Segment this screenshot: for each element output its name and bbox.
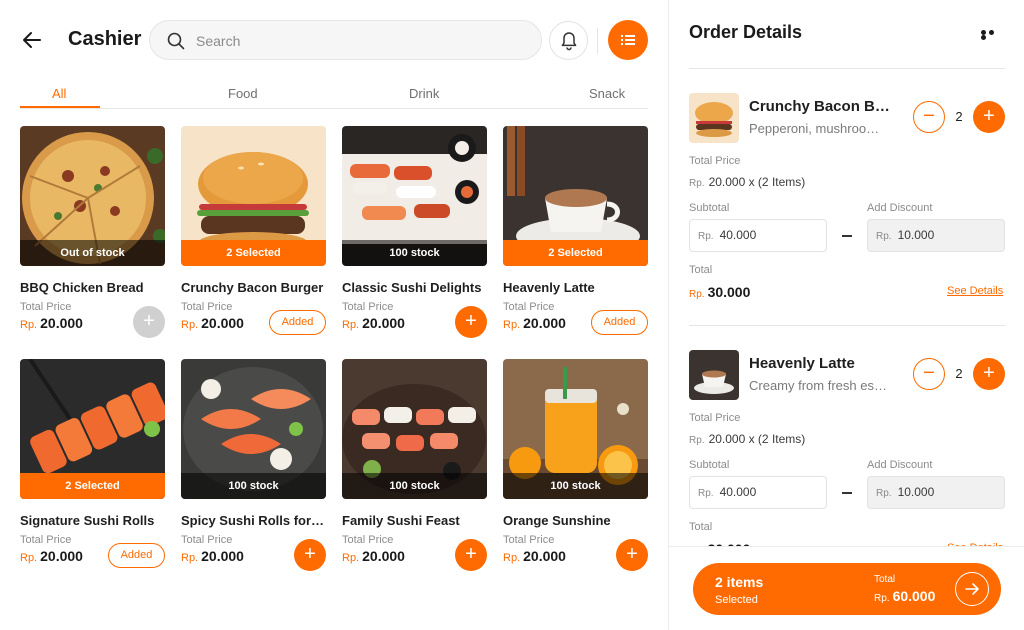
tab-drink[interactable]: Drink (409, 86, 439, 101)
product-card[interactable]: 2 Selected Heavenly Latte Total Price Rp… (503, 126, 648, 335)
add-button-disabled[interactable]: + (133, 306, 165, 338)
selected-label: Selected (715, 594, 758, 606)
product-card[interactable]: 100 stock Classic Sushi Delights Total P… (342, 126, 487, 338)
bell-icon (561, 32, 577, 51)
added-button[interactable]: Added (269, 310, 326, 335)
add-to-order-button[interactable]: + (455, 306, 487, 338)
burger-thumbnail (689, 93, 739, 143)
add-to-order-button[interactable]: + (616, 539, 648, 571)
decrease-qty-button[interactable]: − (913, 358, 945, 390)
order-item-description: Creamy from fresh espresso (749, 378, 889, 393)
product-name: Classic Sushi Delights (342, 280, 482, 295)
product-card[interactable]: 100 stock Spicy Sushi Rolls for Beginner… (181, 359, 326, 571)
discount-label: Add Discount (867, 459, 933, 471)
selected-badge: 2 Selected (20, 473, 165, 499)
search-icon (167, 32, 185, 50)
product-card[interactable]: 100 stock Orange Sunshine Total Price Rp… (503, 359, 648, 571)
sushi-image: 100 stock (342, 126, 487, 266)
checkout-button[interactable]: 2 items Selected Total Rp. 60.000 (693, 563, 1001, 615)
total-label: Total (689, 264, 713, 276)
unit-price-line: Rp. 20.000 x (2 Items) (689, 432, 806, 446)
list-icon (621, 35, 635, 45)
search-input[interactable] (196, 30, 516, 52)
divider (689, 68, 1005, 69)
selected-badge: 2 Selected (181, 240, 326, 266)
qty-value: 2 (955, 366, 963, 381)
product-panel: Cashier All Food Drink Snack (0, 0, 668, 630)
product-card[interactable]: Out of stock BBQ Chicken Bread Total Pri… (20, 126, 165, 338)
product-card[interactable]: 2 Selected Signature Sushi Rolls Total P… (20, 359, 165, 568)
burger-image: 2 Selected (181, 126, 326, 266)
product-name: Heavenly Latte (503, 280, 595, 295)
product-name: Spicy Sushi Rolls for Beginners (181, 513, 326, 528)
subtotal-field: Rp. 40.000 (689, 219, 827, 252)
added-button[interactable]: Added (108, 543, 165, 568)
selected-count: 2 items (715, 574, 764, 590)
total-label: Total (689, 521, 713, 533)
tab-all[interactable]: All (52, 86, 66, 101)
product-card[interactable]: 100 stock Family Sushi Feast Total Price… (342, 359, 487, 571)
latte-thumbnail (689, 350, 739, 400)
add-to-order-button[interactable]: + (294, 539, 326, 571)
order-item-name: Crunchy Bacon Burger (749, 98, 894, 115)
grand-total-label: Total (874, 574, 896, 585)
search-bar[interactable] (149, 20, 542, 60)
sashimi-image: 100 stock (181, 359, 326, 499)
orange-juice-image: 100 stock (503, 359, 648, 499)
category-tabs: All Food Drink Snack (20, 80, 648, 109)
more-options-icon[interactable] (981, 30, 1003, 40)
increase-qty-button[interactable]: + (973, 358, 1005, 390)
product-name: Crunchy Bacon Burger (181, 280, 324, 295)
order-details-title: Order Details (689, 22, 803, 42)
subtotal-field: Rp. 40.000 (689, 476, 827, 509)
total-price-label: Total Price (689, 412, 741, 424)
back-arrow-icon[interactable] (20, 28, 44, 52)
sushi-roll-image: 2 Selected (20, 359, 165, 499)
discount-input[interactable]: Rp. 10.000 (867, 219, 1005, 252)
order-item-name: Heavenly Latte (749, 355, 855, 372)
order-item-description: Pepperoni, mushrooms, cheese (749, 121, 889, 136)
product-card[interactable]: 2 Selected Crunchy Bacon Burger Total Pr… (181, 126, 326, 335)
order-list-button[interactable] (608, 20, 648, 60)
stock-badge: 100 stock (342, 473, 487, 499)
stock-badge: Out of stock (20, 240, 165, 266)
see-details-link[interactable]: See Details (947, 285, 1003, 297)
minus-sign (842, 235, 852, 237)
item-total: Rp.30.000 (689, 284, 751, 300)
product-name: Orange Sunshine (503, 513, 611, 528)
arrow-right-icon (955, 572, 989, 606)
add-to-order-button[interactable]: + (455, 539, 487, 571)
stock-badge: 100 stock (181, 473, 326, 499)
product-name: Signature Sushi Rolls (20, 513, 155, 528)
product-name: BBQ Chicken Bread (20, 280, 144, 295)
tab-food[interactable]: Food (228, 86, 258, 101)
header-divider (597, 28, 598, 54)
increase-qty-button[interactable]: + (973, 101, 1005, 133)
tab-snack[interactable]: Snack (589, 86, 625, 101)
active-tab-indicator (20, 106, 100, 108)
total-price-label: Total Price (689, 155, 741, 167)
decrease-qty-button[interactable]: − (913, 101, 945, 133)
grand-total: Rp. 60.000 (874, 588, 936, 604)
page-title: Cashier (68, 28, 142, 50)
selected-badge: 2 Selected (503, 240, 648, 266)
pizza-image: Out of stock (20, 126, 165, 266)
latte-image: 2 Selected (503, 126, 648, 266)
subtotal-label: Subtotal (689, 459, 730, 471)
qty-value: 2 (955, 109, 963, 124)
product-name: Family Sushi Feast (342, 513, 460, 528)
added-button[interactable]: Added (591, 310, 648, 335)
discount-input[interactable]: Rp. 10.000 (867, 476, 1005, 509)
stock-badge: 100 stock (503, 473, 648, 499)
checkout-footer: 2 items Selected Total Rp. 60.000 (669, 546, 1024, 630)
discount-label: Add Discount (867, 202, 933, 214)
notification-button[interactable] (549, 21, 588, 60)
stock-badge: 100 stock (342, 240, 487, 266)
sushi-platter-image: 100 stock (342, 359, 487, 499)
subtotal-label: Subtotal (689, 202, 730, 214)
order-details-panel: Order Details Crunchy Bacon Burger Peppe… (668, 0, 1024, 630)
minus-sign (842, 492, 852, 494)
unit-price-line: Rp. 20.000 x (2 Items) (689, 175, 806, 189)
divider (689, 325, 1005, 326)
